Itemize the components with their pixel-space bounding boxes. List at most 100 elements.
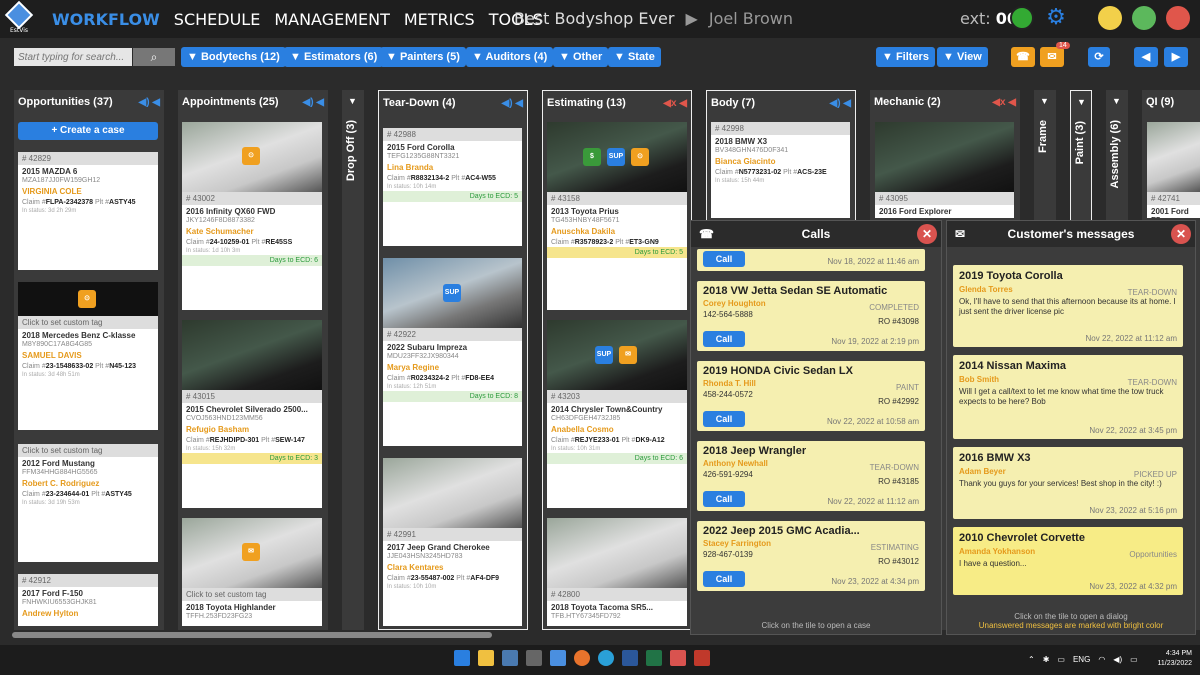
call-button[interactable]: Call	[703, 491, 745, 507]
search-input[interactable]	[14, 48, 132, 66]
card-photo	[383, 458, 522, 528]
column-title: Estimating (13)	[547, 97, 626, 109]
gear-icon[interactable]: ⚙	[1044, 6, 1068, 30]
filter-other[interactable]: ▼ Other	[553, 47, 609, 67]
refresh-icon[interactable]: ⟳	[1088, 47, 1110, 67]
call-button[interactable]: Call	[703, 251, 745, 267]
volume-icon[interactable]: ◀)	[1113, 655, 1122, 664]
card-number: # 42800	[547, 588, 687, 601]
bluetooth-icon[interactable]: ✱	[1043, 655, 1050, 664]
filter-bar: ⌕ ▼ Bodytechs (12) ▼ Estimators (6) ▼ Pa…	[0, 42, 1200, 70]
language-indicator[interactable]: ENG	[1073, 655, 1090, 664]
filter-estimators[interactable]: ▼ Estimators (6)	[284, 47, 384, 67]
custom-tag[interactable]: Click to set custom tag	[18, 444, 158, 457]
telegram-icon[interactable]	[598, 650, 614, 666]
column-title: Appointments (25)	[182, 96, 279, 108]
card-car: 2015 Chevrolet Silverado 2500...	[186, 405, 308, 414]
horizontal-scrollbar[interactable]	[12, 632, 492, 638]
nav-schedule[interactable]: SCHEDULE	[174, 10, 261, 29]
estvis-icon[interactable]	[550, 650, 566, 666]
call-item[interactable]: Call Nov 18, 2022 at 11:46 am	[697, 249, 925, 271]
custom-tag[interactable]: Click to set custom tag	[18, 316, 158, 329]
scroll-right-button[interactable]: ▶	[1164, 47, 1188, 67]
case-card[interactable]: # 42741 2001 Ford F5	[1147, 122, 1200, 218]
message-item[interactable]: 2019 Toyota Corolla Glenda Torres TEAR-D…	[953, 265, 1183, 347]
search-icon[interactable]: ⌕	[133, 48, 175, 66]
chevron-up-icon[interactable]: ⌃	[1028, 655, 1035, 664]
mute-icon[interactable]: ◀x ◀	[663, 98, 687, 109]
battery-icon[interactable]: ▭	[1130, 655, 1138, 664]
nav-workflow[interactable]: WORKFLOW	[52, 10, 160, 29]
message-item[interactable]: 2014 Nissan Maxima Bob Smith TEAR-DOWN W…	[953, 355, 1183, 439]
case-card[interactable]: ⊙ # 43002 2016 Infinity QX60 FWD JKY1246…	[182, 122, 322, 310]
message-item[interactable]: 2016 BMW X3 Adam Beyer PICKED UP Thank y…	[953, 447, 1183, 519]
filters-button[interactable]: ▼ Filters	[876, 47, 935, 67]
sound-icon[interactable]: ◀) ◀	[830, 98, 852, 109]
firefox-icon[interactable]	[574, 650, 590, 666]
case-card[interactable]: SUP # 42922 2022 Subaru Impreza MDU23FF3…	[383, 258, 522, 446]
sound-icon[interactable]: ◀) ◀	[303, 97, 325, 108]
phone-status-icon[interactable]	[1010, 6, 1034, 30]
mail-icon[interactable]: ✉	[1040, 47, 1064, 67]
sound-icon[interactable]: ◀) ◀	[502, 98, 524, 109]
filter-state[interactable]: ▼ State	[608, 47, 661, 67]
case-card[interactable]: # 42800 2018 Toyota Tacoma SR5... TFB.HT…	[547, 518, 687, 626]
taskbar: ⌃ ✱ ▭ ENG ◠ ◀) ▭ 4:34 PM 11/23/2022	[0, 645, 1200, 675]
maximize-button[interactable]	[1132, 6, 1156, 30]
call-button[interactable]: Call	[703, 411, 745, 427]
column-header: Estimating (13) ◀x ◀	[543, 91, 691, 115]
app-logo[interactable]: EstVis	[0, 0, 38, 38]
case-card[interactable]: # 42991 2017 Jeep Grand Cherokee JJE043H…	[383, 458, 522, 626]
call-item[interactable]: 2018 Jeep Wrangler Anthony Newhall TEAR-…	[697, 441, 925, 511]
card-car: 2016 Ford Explorer	[879, 207, 952, 216]
scroll-left-button[interactable]: ◀	[1134, 47, 1158, 67]
filter-auditors[interactable]: ▼ Auditors (4)	[466, 47, 554, 67]
nav-management[interactable]: MANAGEMENT	[274, 10, 390, 29]
view-button[interactable]: ▼ View	[937, 47, 988, 67]
card-vin: TFB.HTY67345FD792	[551, 613, 621, 620]
case-card[interactable]: SUP ✉ # 43203 2014 Chrysler Town&Country…	[547, 320, 687, 508]
http-icon[interactable]	[694, 650, 710, 666]
case-card[interactable]: # 43015 2015 Chevrolet Silverado 2500...…	[182, 320, 322, 508]
close-messages-button[interactable]: ✕	[1171, 224, 1191, 244]
call-item[interactable]: 2022 Jeep 2015 GMC Acadia... Stacey Farr…	[697, 521, 925, 591]
case-card[interactable]: # 43095 2016 Ford Explorer	[875, 122, 1014, 218]
mute-icon[interactable]: ◀x ◀	[992, 97, 1016, 108]
create-case-button[interactable]: + Create a case	[18, 122, 158, 140]
excel-icon[interactable]	[646, 650, 662, 666]
word-icon[interactable]	[622, 650, 638, 666]
case-card[interactable]: # 42998 2018 BMW X3 BV348GHN476D0F341 Bi…	[711, 122, 850, 218]
wifi-icon[interactable]: ◠	[1098, 655, 1105, 664]
save-icon[interactable]	[502, 650, 518, 666]
app-icon[interactable]	[526, 650, 542, 666]
minimize-button[interactable]	[1098, 6, 1122, 30]
custom-tag[interactable]: Click to set custom tag	[182, 588, 322, 601]
case-card[interactable]: $ SUP ⊙ # 43158 2013 Toyota Prius TG453H…	[547, 122, 687, 310]
call-item[interactable]: 2018 VW Jetta Sedan SE Automatic Corey H…	[697, 281, 925, 351]
close-calls-button[interactable]: ✕	[917, 224, 937, 244]
display-icon[interactable]: ▭	[1057, 655, 1065, 664]
case-card[interactable]: ⊙ Click to set custom tag 2018 Mercedes …	[18, 282, 158, 430]
case-card[interactable]: # 42988 2015 Ford Corolla TEFG1235G88NT3…	[383, 128, 522, 246]
clock[interactable]: 4:34 PM 11/23/2022	[1157, 649, 1192, 669]
sound-icon[interactable]: ◀) ◀	[139, 97, 161, 108]
call-button[interactable]: Call	[703, 331, 745, 347]
windows-icon[interactable]	[454, 650, 470, 666]
filter-painters[interactable]: ▼ Painters (5)	[380, 47, 466, 67]
filter-bodytechs[interactable]: ▼ Bodytechs (12)	[181, 47, 286, 67]
folder-icon[interactable]	[478, 650, 494, 666]
case-card[interactable]: Click to set custom tag 2012 Ford Mustan…	[18, 444, 158, 562]
case-card[interactable]: # 42912 2017 Ford F-150 FNHWKIU6553GHJK8…	[18, 574, 158, 626]
call-button[interactable]: Call	[703, 571, 745, 587]
message-item-unanswered[interactable]: 2010 Chevrolet Corvette Amanda Yokhanson…	[953, 527, 1183, 595]
anydesk-icon[interactable]	[670, 650, 686, 666]
call-item[interactable]: 2019 HONDA Civic Sedan LX Rhonda T. Hill…	[697, 361, 925, 431]
case-card[interactable]: # 42829 2015 MAZDA 6 MZA187JJ0FW159GH12 …	[18, 152, 158, 270]
phone-icon[interactable]: ☎	[1011, 47, 1035, 67]
close-button[interactable]	[1166, 6, 1190, 30]
card-car: 2015 MAZDA 6	[22, 167, 78, 176]
column-dropoff[interactable]: ▼ Drop Off (3)	[342, 90, 364, 630]
card-person: Kate Schumacher	[186, 227, 254, 236]
case-card[interactable]: ✉ Click to set custom tag 2018 Toyota Hi…	[182, 518, 322, 626]
nav-metrics[interactable]: METRICS	[404, 10, 475, 29]
